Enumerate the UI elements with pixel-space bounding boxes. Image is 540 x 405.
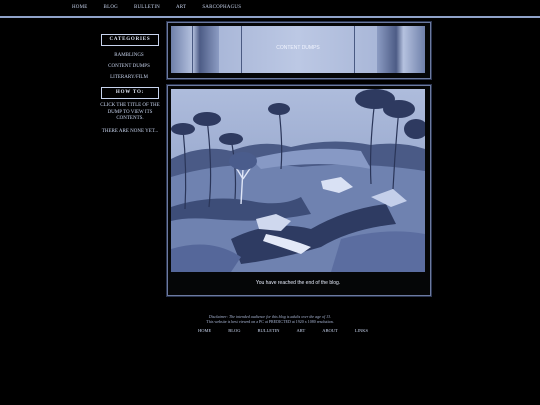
top-nav: HOME BLOG BULLETIN ART SARCOPHAGUS: [72, 5, 257, 10]
howto-text: CLICK THE TITLE OF THE DUMP TO VIEW ITS …: [100, 103, 160, 121]
categories-heading: CATEGORIES: [101, 34, 159, 46]
footer-art-link[interactable]: ART: [297, 328, 306, 333]
footer-links-link[interactable]: LINKS: [355, 328, 368, 333]
top-navbar: HOME BLOG BULLETIN ART SARCOPHAGUS: [0, 0, 540, 18]
footer-nav: HOME BLOG BULLETIN ART ABOUT LINKS: [198, 328, 385, 333]
footer-blog-link[interactable]: BLOG: [228, 328, 240, 333]
banner-title: CONTENT DUMPS: [276, 45, 320, 51]
category-literary-film-link[interactable]: LITERARY/FILM: [98, 74, 160, 81]
footer-bulletin-link[interactable]: BULLETIN: [258, 328, 280, 333]
banner-image: CONTENT DUMPS: [171, 26, 425, 73]
landscape-photo: [171, 89, 425, 272]
footer-viewing-note: This website is best viewed on a PC at P…: [206, 319, 334, 324]
categories-list: RAMBLINGS CONTENT DUMPS LITERARY/FILM: [98, 52, 160, 85]
category-ramblings-link[interactable]: RAMBLINGS: [98, 52, 160, 59]
nav-art-link[interactable]: ART: [176, 5, 186, 10]
empty-notice: THERE ARE NONE YET...: [101, 129, 159, 134]
nav-home-link[interactable]: HOME: [72, 5, 88, 10]
end-of-blog-message: You have reached the end of the blog.: [255, 280, 341, 286]
nav-blog-link[interactable]: BLOG: [104, 5, 118, 10]
footer-home-link[interactable]: HOME: [198, 328, 211, 333]
nav-bulletin-link[interactable]: BULLETIN: [134, 5, 160, 10]
nav-sarcophagus-link[interactable]: SARCOPHAGUS: [202, 5, 241, 10]
category-content-dumps-link[interactable]: CONTENT DUMPS: [98, 63, 160, 70]
howto-heading: HOW TO:: [101, 87, 159, 99]
footer-about-link[interactable]: ABOUT: [322, 328, 338, 333]
